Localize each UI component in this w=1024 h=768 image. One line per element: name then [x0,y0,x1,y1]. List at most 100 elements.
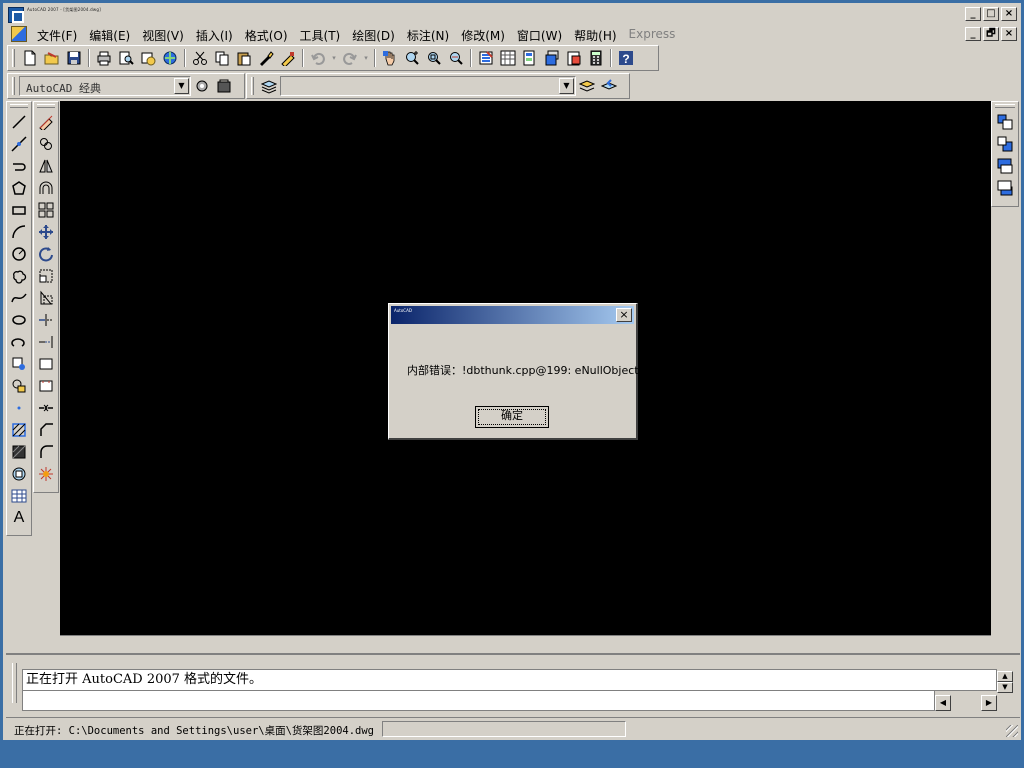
ok-button[interactable]: 确定 [475,406,549,428]
autocad-app-icon[interactable] [8,7,24,23]
chamfer-icon[interactable] [34,419,58,441]
doc-minimize-button[interactable]: _ [965,27,981,41]
publish-icon[interactable] [137,47,159,69]
design-center-icon[interactable] [497,47,519,69]
maximize-button[interactable]: □ [983,7,999,21]
arc-icon[interactable] [7,221,31,243]
toolbar-grip[interactable] [10,104,28,108]
command-input[interactable] [22,691,935,711]
help-icon[interactable]: ? [615,47,637,69]
send-under-icon[interactable] [992,177,1018,199]
layer-previous-icon[interactable] [598,75,620,97]
chevron-down-icon[interactable]: ▼ [559,78,574,94]
line-icon[interactable] [7,111,31,133]
menu-help[interactable]: 帮助(H) [568,27,622,44]
match-properties-icon[interactable] [255,47,277,69]
rectangle-icon[interactable] [7,199,31,221]
block-editor-icon[interactable] [277,47,299,69]
menu-draw[interactable]: 绘图(D) [346,27,401,44]
pan-icon[interactable] [379,47,401,69]
extend-icon[interactable] [34,331,58,353]
polygon-icon[interactable] [7,177,31,199]
zoom-realtime-icon[interactable] [401,47,423,69]
menu-file[interactable]: 文件(F) [31,27,83,44]
print-preview-icon[interactable] [115,47,137,69]
menu-express[interactable]: Express [623,27,682,44]
make-block-icon[interactable] [7,375,31,397]
copy-icon[interactable] [211,47,233,69]
tool-palettes-icon[interactable] [519,47,541,69]
menu-format[interactable]: 格式(O) [239,27,294,44]
scroll-up-button[interactable]: ▲ [997,671,1013,682]
spline-icon[interactable] [7,287,31,309]
open-icon[interactable] [41,47,63,69]
mirror-icon[interactable] [34,155,58,177]
toolbar-grip[interactable] [12,49,15,67]
menu-insert[interactable]: 插入(I) [190,27,239,44]
scroll-left-button[interactable]: ◀ [935,695,951,711]
workspace-settings-icon[interactable] [191,75,213,97]
stretch-icon[interactable] [34,287,58,309]
gradient-icon[interactable] [7,441,31,463]
undo-icon[interactable] [307,47,329,69]
point-icon[interactable] [7,397,31,419]
revision-cloud-icon[interactable] [7,265,31,287]
redo-dropdown-icon[interactable]: ▾ [361,47,371,69]
region-icon[interactable] [7,463,31,485]
move-icon[interactable] [34,221,58,243]
ellipse-arc-icon[interactable] [7,331,31,353]
document-icon[interactable] [11,26,27,42]
workspace-select[interactable]: AutoCAD 经典 ▼ [19,76,191,96]
my-workspace-icon[interactable] [213,75,235,97]
fillet-icon[interactable] [34,441,58,463]
send-to-back-icon[interactable] [992,133,1018,155]
layer-manager-icon[interactable] [258,75,280,97]
make-layer-current-icon[interactable] [576,75,598,97]
command-grip[interactable] [12,663,17,703]
circle-icon[interactable] [7,243,31,265]
offset-icon[interactable] [34,177,58,199]
cut-icon[interactable] [189,47,211,69]
title-bar[interactable]: AutoCAD 2007 - [货架图2004.dwg] _ □ × [3,3,1021,23]
insert-block-icon[interactable] [7,353,31,375]
scroll-right-button[interactable]: ▶ [981,695,997,711]
doc-restore-button[interactable]: 🗗 [983,27,999,41]
menu-dimension[interactable]: 标注(N) [401,27,455,44]
break-icon[interactable] [34,375,58,397]
undo-dropdown-icon[interactable]: ▾ [329,47,339,69]
array-icon[interactable] [34,199,58,221]
new-icon[interactable] [19,47,41,69]
copy-object-icon[interactable] [34,133,58,155]
break-at-point-icon[interactable] [34,353,58,375]
sheet-set-icon[interactable] [541,47,563,69]
redo-icon[interactable] [339,47,361,69]
minimize-button[interactable]: _ [965,7,981,21]
properties-icon[interactable] [475,47,497,69]
table-icon[interactable] [7,485,31,507]
join-icon[interactable] [34,397,58,419]
save-icon[interactable] [63,47,85,69]
bring-to-front-icon[interactable] [992,111,1018,133]
hatch-icon[interactable] [7,419,31,441]
scale-icon[interactable] [34,265,58,287]
toolbar-grip[interactable] [251,77,254,95]
erase-icon[interactable] [34,111,58,133]
quickcalc-icon[interactable] [585,47,607,69]
ellipse-icon[interactable] [7,309,31,331]
markup-icon[interactable] [563,47,585,69]
menu-view[interactable]: 视图(V) [136,27,190,44]
dialog-close-button[interactable]: × [616,308,632,322]
multiline-text-icon[interactable]: A [7,507,31,529]
zoom-window-icon[interactable] [423,47,445,69]
scroll-down-button[interactable]: ▼ [997,682,1013,693]
polyline-icon[interactable] [7,155,31,177]
3d-dwf-icon[interactable] [159,47,181,69]
dialog-title-bar[interactable]: AutoCAD × [391,306,634,324]
explode-icon[interactable] [34,463,58,485]
construction-line-icon[interactable] [7,133,31,155]
toolbar-grip[interactable] [37,104,55,108]
rotate-icon[interactable] [34,243,58,265]
toolbar-grip[interactable] [12,77,15,95]
menu-edit[interactable]: 编辑(E) [83,27,136,44]
menu-window[interactable]: 窗口(W) [511,27,568,44]
